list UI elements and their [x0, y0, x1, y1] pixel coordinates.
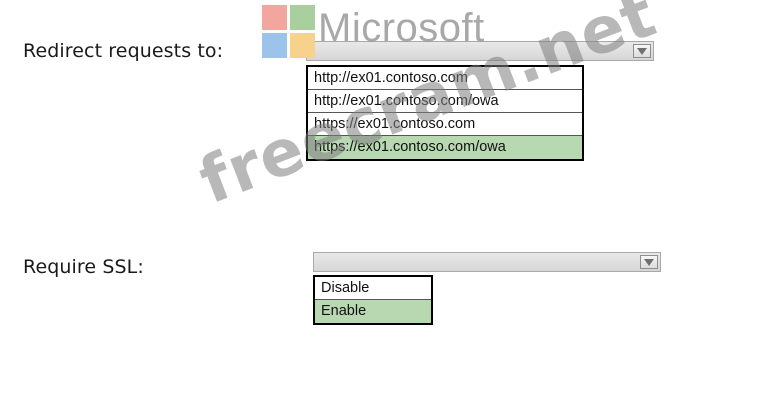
redirect-requests-label: Redirect requests to: [23, 40, 224, 62]
redirect-option-https-root[interactable]: https://ex01.contoso.com [308, 113, 582, 136]
microsoft-wordmark: Microsoft [318, 6, 485, 50]
ssl-option-enable[interactable]: Enable [315, 300, 431, 323]
microsoft-logo-icon [262, 5, 316, 59]
redirect-option-http-owa[interactable]: http://ex01.contoso.com/owa [308, 90, 582, 113]
chevron-down-icon[interactable] [640, 255, 658, 269]
require-ssl-options-list: Disable Enable [313, 275, 433, 325]
redirect-option-https-owa[interactable]: https://ex01.contoso.com/owa [308, 136, 582, 159]
redirect-option-http-root[interactable]: http://ex01.contoso.com [308, 67, 582, 90]
chevron-down-icon[interactable] [633, 44, 651, 58]
redirect-options-list: http://ex01.contoso.com http://ex01.cont… [306, 65, 584, 161]
require-ssl-dropdown[interactable] [313, 252, 661, 272]
ssl-option-disable[interactable]: Disable [315, 277, 431, 300]
require-ssl-label: Require SSL: [23, 256, 144, 278]
